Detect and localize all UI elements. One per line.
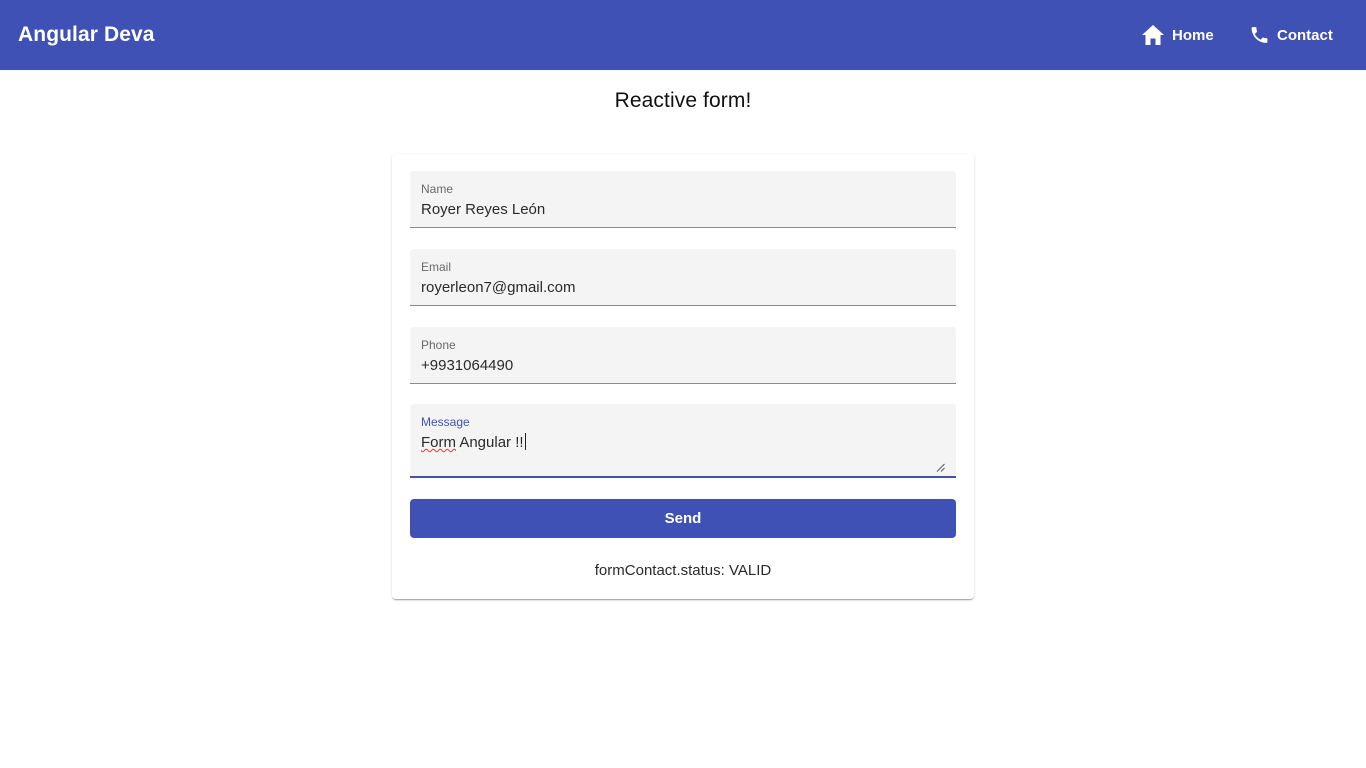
nav-home-label: Home (1172, 26, 1214, 44)
nav-home-link[interactable]: Home (1141, 24, 1214, 46)
name-field[interactable]: Name Royer Reyes León (410, 171, 956, 228)
phone-input[interactable]: +9931064490 (421, 357, 941, 374)
phone-field-label: Phone (421, 338, 456, 352)
nav-contact-link[interactable]: Contact (1249, 24, 1333, 46)
phone-field[interactable]: Phone +9931064490 (410, 327, 956, 384)
message-textarea[interactable]: Form Angular !! (421, 433, 941, 451)
name-field-label: Name (421, 182, 454, 196)
name-input[interactable]: Royer Reyes León (421, 201, 941, 218)
form-status-text: formContact.status: VALID (594, 562, 772, 579)
textarea-resize-handle[interactable] (936, 459, 945, 472)
contact-form-card: Name Royer Reyes León Email royerleon7@g… (392, 154, 974, 599)
email-field-label: Email (421, 260, 452, 274)
phone-icon (1249, 24, 1270, 46)
misspelled-word: Form (421, 434, 456, 451)
message-field[interactable]: Message Form Angular !! (410, 404, 956, 478)
message-text: Angular !! (456, 434, 524, 451)
email-input[interactable]: royerleon7@gmail.com (421, 279, 941, 296)
send-button[interactable]: Send (410, 499, 956, 538)
message-field-label: Message (421, 415, 470, 429)
nav-contact-label: Contact (1277, 26, 1333, 44)
page-title: Reactive form! (614, 89, 752, 112)
app-brand[interactable]: Angular Deva (18, 23, 155, 47)
home-icon (1141, 24, 1165, 46)
email-field[interactable]: Email royerleon7@gmail.com (410, 249, 956, 306)
text-caret (524, 433, 526, 450)
